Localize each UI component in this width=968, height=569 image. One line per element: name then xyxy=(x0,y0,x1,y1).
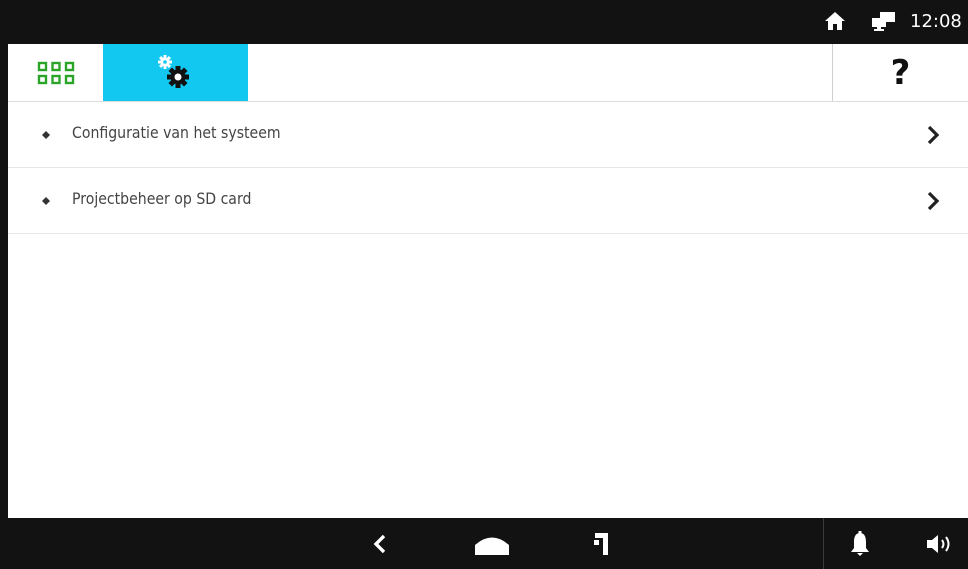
apps-button[interactable] xyxy=(8,44,103,101)
notifications-button[interactable] xyxy=(840,518,880,569)
home-icon xyxy=(825,12,845,30)
status-bar: 12:08 xyxy=(8,0,968,44)
home-button[interactable] xyxy=(468,518,516,569)
bell-icon xyxy=(851,530,869,556)
top-toolbar: ? xyxy=(8,44,968,102)
menu-item-system-configuration[interactable]: Configuratie van het systeem xyxy=(8,102,968,168)
chevron-right-icon xyxy=(927,125,940,145)
recent-apps-icon xyxy=(594,532,608,555)
bullet-diamond-icon xyxy=(42,131,50,139)
menu-item-sd-card-projects[interactable]: Projectbeheer op SD card xyxy=(8,168,968,234)
home-icon xyxy=(475,537,509,555)
back-icon xyxy=(373,534,386,553)
network-icon xyxy=(872,12,895,31)
settings-menu-list: Configuratie van het systeem Projectbehe… xyxy=(8,102,968,234)
recent-apps-button[interactable] xyxy=(584,518,624,569)
settings-gear-icon xyxy=(157,54,189,88)
volume-button[interactable] xyxy=(916,518,966,569)
screen-left-edge xyxy=(0,0,8,569)
help-icon: ? xyxy=(890,52,911,93)
chevron-right-icon xyxy=(927,191,940,211)
back-button[interactable] xyxy=(360,518,400,569)
menu-item-label: Projectbeheer op SD card xyxy=(72,189,252,208)
tab-settings[interactable] xyxy=(103,44,248,101)
bottom-nav-bar xyxy=(8,518,968,569)
volume-icon xyxy=(927,534,950,553)
bullet-diamond-icon xyxy=(42,197,50,205)
nav-divider xyxy=(823,518,824,569)
status-clock: 12:08 xyxy=(910,11,962,32)
menu-item-label: Configuratie van het systeem xyxy=(72,123,281,142)
grid-icon xyxy=(37,61,74,84)
help-button[interactable]: ? xyxy=(832,44,968,101)
